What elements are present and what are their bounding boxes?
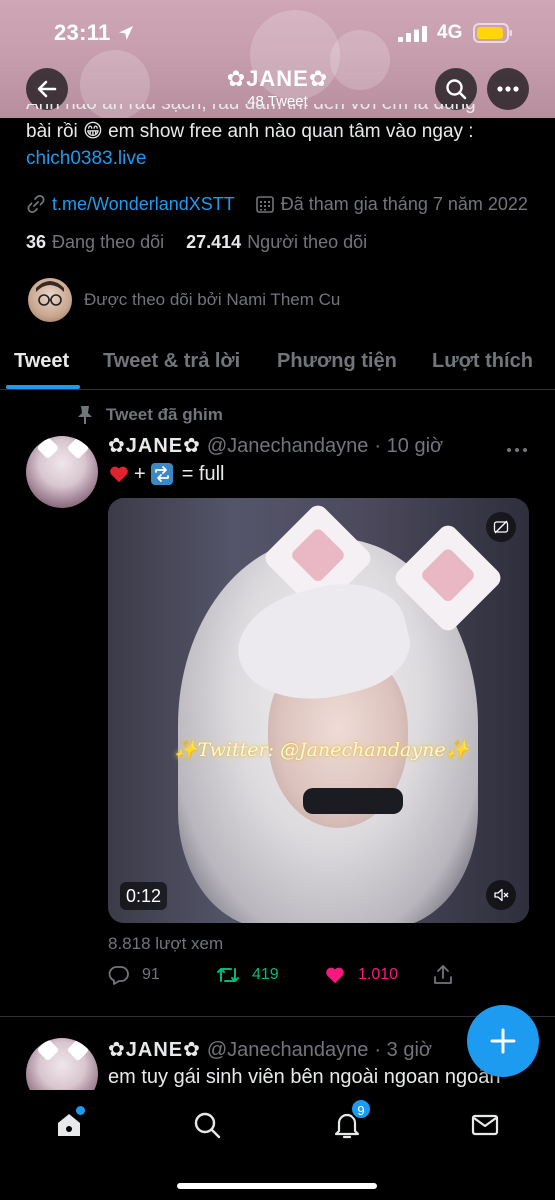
tweet-author-name[interactable]: ✿JANE✿ xyxy=(108,433,201,458)
pinned-text: Tweet đã ghim xyxy=(106,405,223,424)
status-bar: 23:11 4G xyxy=(0,0,555,66)
video-watermark: ✨Twitter: @Janechandayne✨ xyxy=(174,739,470,761)
captions-button[interactable] xyxy=(486,512,516,542)
pinned-label: Tweet đã ghim xyxy=(76,405,223,425)
profile-bio: Anh nào ăn rau sạch, rau dâm thì đến với… xyxy=(26,104,541,172)
follow-stats: 36 Đang theo dõi 27.414 Người theo dõi xyxy=(26,232,367,253)
bio-link[interactable]: chich0383.live xyxy=(26,145,541,172)
view-count: 8.818 lượt xem xyxy=(108,934,224,953)
repeat-emoji-icon xyxy=(150,463,173,485)
active-tab-indicator xyxy=(6,385,80,389)
following-count[interactable]: 36 xyxy=(26,232,46,253)
red-heart-icon xyxy=(110,466,128,483)
status-time: 23:11 xyxy=(54,20,111,45)
more-horizontal-icon xyxy=(497,86,519,92)
battery-icon xyxy=(473,23,512,43)
join-date: Đã tham gia tháng 7 năm 2022 xyxy=(280,193,528,214)
cellular-signal-icon xyxy=(398,26,427,42)
share-icon xyxy=(434,965,452,984)
search-icon xyxy=(194,1112,221,1139)
follower-avatar xyxy=(28,278,72,322)
tweet-actions: 91 419 1.010 xyxy=(108,964,468,992)
retweet-button[interactable]: 419 xyxy=(216,964,279,986)
reply-count: 91 xyxy=(142,966,160,983)
tweet-timestamp: · 10 giờ xyxy=(374,435,444,457)
tweet-text: em tuy gái sinh viên bên ngoài ngoan ngo… xyxy=(108,1066,501,1088)
bio-line-clipped: Anh nào ăn rau sạch, rau dâm thì đến với… xyxy=(26,104,541,117)
retweet-count: 419 xyxy=(252,966,279,983)
profile-tabs: Tweet Tweet & trả lời Phương tiện Lượt t… xyxy=(0,340,555,390)
tweet-timestamp: · 3 giờ xyxy=(374,1039,432,1061)
home-unread-dot xyxy=(76,1106,85,1115)
tweet-divider xyxy=(0,1016,555,1017)
followers-label[interactable]: Người theo dõi xyxy=(247,232,367,253)
reply-icon xyxy=(108,966,129,985)
plus-sign: + xyxy=(134,462,146,485)
tab-tweets[interactable]: Tweet xyxy=(14,350,69,373)
followed-by-text: Được theo dõi bởi Nami Them Cu xyxy=(84,290,341,309)
tweet-header: ✿JANE✿ @Janechandayne · 3 giờ xyxy=(108,1037,432,1062)
retweet-icon xyxy=(217,968,239,982)
nav-search[interactable] xyxy=(190,1108,224,1142)
glasses-icon xyxy=(36,281,64,306)
video-duration: 0:12 xyxy=(120,882,168,910)
followed-by-row[interactable]: Được theo dõi bởi Nami Them Cu xyxy=(28,278,340,322)
notification-badge: 9 xyxy=(350,1098,372,1120)
plus-icon xyxy=(490,1028,516,1054)
following-label[interactable]: Đang theo dõi xyxy=(52,232,164,253)
profile-meta: t.me/WonderlandXSTT Đã tham gia tháng 7 … xyxy=(26,192,546,216)
website-link[interactable]: t.me/WonderlandXSTT xyxy=(52,194,235,215)
pin-icon xyxy=(78,406,92,424)
tweet-text: + = full xyxy=(108,462,225,486)
more-horizontal-icon xyxy=(507,448,527,452)
tweet-more-button[interactable] xyxy=(506,440,528,458)
network-type: 4G xyxy=(437,22,463,43)
share-button[interactable] xyxy=(432,964,454,986)
like-button[interactable]: 1.010 xyxy=(324,964,398,986)
tweet-author-name[interactable]: ✿JANE✿ xyxy=(108,1037,201,1062)
tab-tweets-replies[interactable]: Tweet & trả lời xyxy=(103,350,240,373)
compose-tweet-button[interactable] xyxy=(467,1005,539,1077)
tweet-video[interactable]: ✨Twitter: @Janechandayne✨ 0:12 xyxy=(108,498,529,923)
tweet-author-avatar[interactable] xyxy=(26,436,98,508)
heart-filled-icon xyxy=(326,967,344,984)
location-arrow-icon xyxy=(119,26,133,40)
nav-home[interactable] xyxy=(52,1106,86,1142)
like-count: 1.010 xyxy=(358,966,399,983)
captions-off-icon xyxy=(493,520,509,534)
bio-line: bài rồi 😁 em show free anh nào quan tâm … xyxy=(26,121,474,142)
speaker-muted-icon xyxy=(494,888,509,902)
nav-messages[interactable] xyxy=(468,1108,502,1142)
nav-notifications[interactable]: 9 xyxy=(330,1098,372,1142)
link-icon xyxy=(27,194,45,214)
tweet-header: ✿JANE✿ @Janechandayne · 10 giờ xyxy=(108,433,443,458)
reply-button[interactable]: 91 xyxy=(108,964,160,986)
tweet-author-handle: @Janechandayne xyxy=(206,1039,369,1061)
tweet-author-handle: @Janechandayne xyxy=(206,435,369,457)
home-indicator[interactable] xyxy=(177,1183,377,1189)
mute-button[interactable] xyxy=(486,880,516,910)
followers-count[interactable]: 27.414 xyxy=(186,232,241,253)
search-icon xyxy=(446,79,467,100)
tab-media[interactable]: Phương tiện xyxy=(277,350,397,373)
tab-likes[interactable]: Lượt thích xyxy=(432,350,533,373)
calendar-icon xyxy=(255,196,274,213)
mail-icon xyxy=(471,1114,499,1136)
tweet-text-suffix: = full xyxy=(181,462,225,485)
